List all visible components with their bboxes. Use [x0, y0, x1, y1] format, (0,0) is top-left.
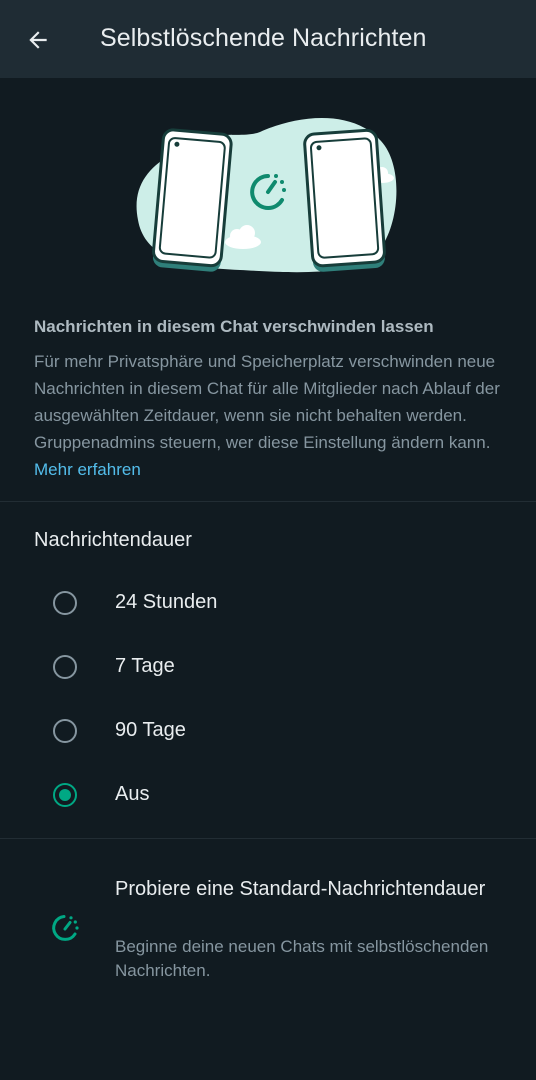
promo-title: Probiere eine Standard-Nachrichtendauer: [115, 878, 486, 900]
radio-button[interactable]: [53, 719, 77, 743]
page-title: Selbstlöschende Nachrichten: [100, 24, 427, 52]
phone-illustration-left: [152, 128, 233, 272]
arrow-left-icon: [29, 31, 47, 49]
duration-option-24h[interactable]: 24 Stunden: [0, 575, 536, 635]
app-bar: Selbstlöschende Nachrichten: [0, 0, 536, 78]
default-timer-promo[interactable]: Probiere eine Standard-Nachrichtendauer …: [0, 862, 536, 992]
learn-more-link[interactable]: Mehr erfahren: [34, 460, 141, 479]
divider: [0, 838, 536, 839]
duration-option-off[interactable]: Aus: [0, 767, 536, 827]
radio-button[interactable]: [53, 591, 77, 615]
divider: [0, 501, 536, 502]
duration-option-7d[interactable]: 7 Tage: [0, 639, 536, 699]
info-description: Für mehr Privatsphäre und Speicherplatz …: [34, 348, 504, 483]
radio-button[interactable]: [53, 655, 77, 679]
info-body-text: Für mehr Privatsphäre und Speicherplatz …: [34, 352, 500, 452]
option-label: Aus: [115, 783, 150, 805]
back-button[interactable]: [22, 24, 54, 56]
promo-subtitle: Beginne deine neuen Chats mit selbstlösc…: [115, 937, 489, 980]
timer-icon: [52, 915, 79, 941]
option-label: 90 Tage: [115, 719, 186, 741]
duration-section-label: Nachrichtendauer: [34, 529, 192, 551]
radio-button-selected[interactable]: [53, 783, 77, 807]
app-screen: Selbstlöschende Nachrichten Nachrichten …: [0, 0, 536, 1080]
option-label: 7 Tage: [115, 655, 175, 677]
info-title: Nachrichten in diesem Chat verschwinden …: [34, 317, 434, 336]
phone-illustration-right: [303, 128, 386, 272]
option-label: 24 Stunden: [115, 591, 218, 613]
duration-option-90d[interactable]: 90 Tage: [0, 703, 536, 763]
disappearing-messages-illustration: [136, 118, 397, 273]
